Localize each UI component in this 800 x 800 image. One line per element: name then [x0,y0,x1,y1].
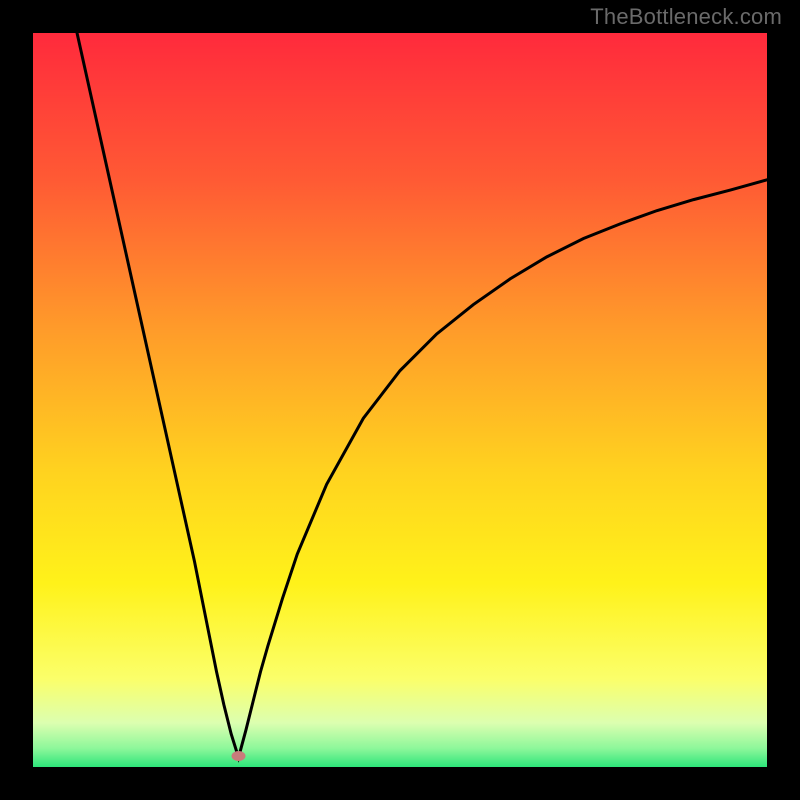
chart-frame: TheBottleneck.com [0,0,800,800]
plot-area [33,33,767,767]
min-marker [232,751,246,761]
gradient-background [33,33,767,767]
plot-svg [33,33,767,767]
watermark-text: TheBottleneck.com [590,4,782,30]
